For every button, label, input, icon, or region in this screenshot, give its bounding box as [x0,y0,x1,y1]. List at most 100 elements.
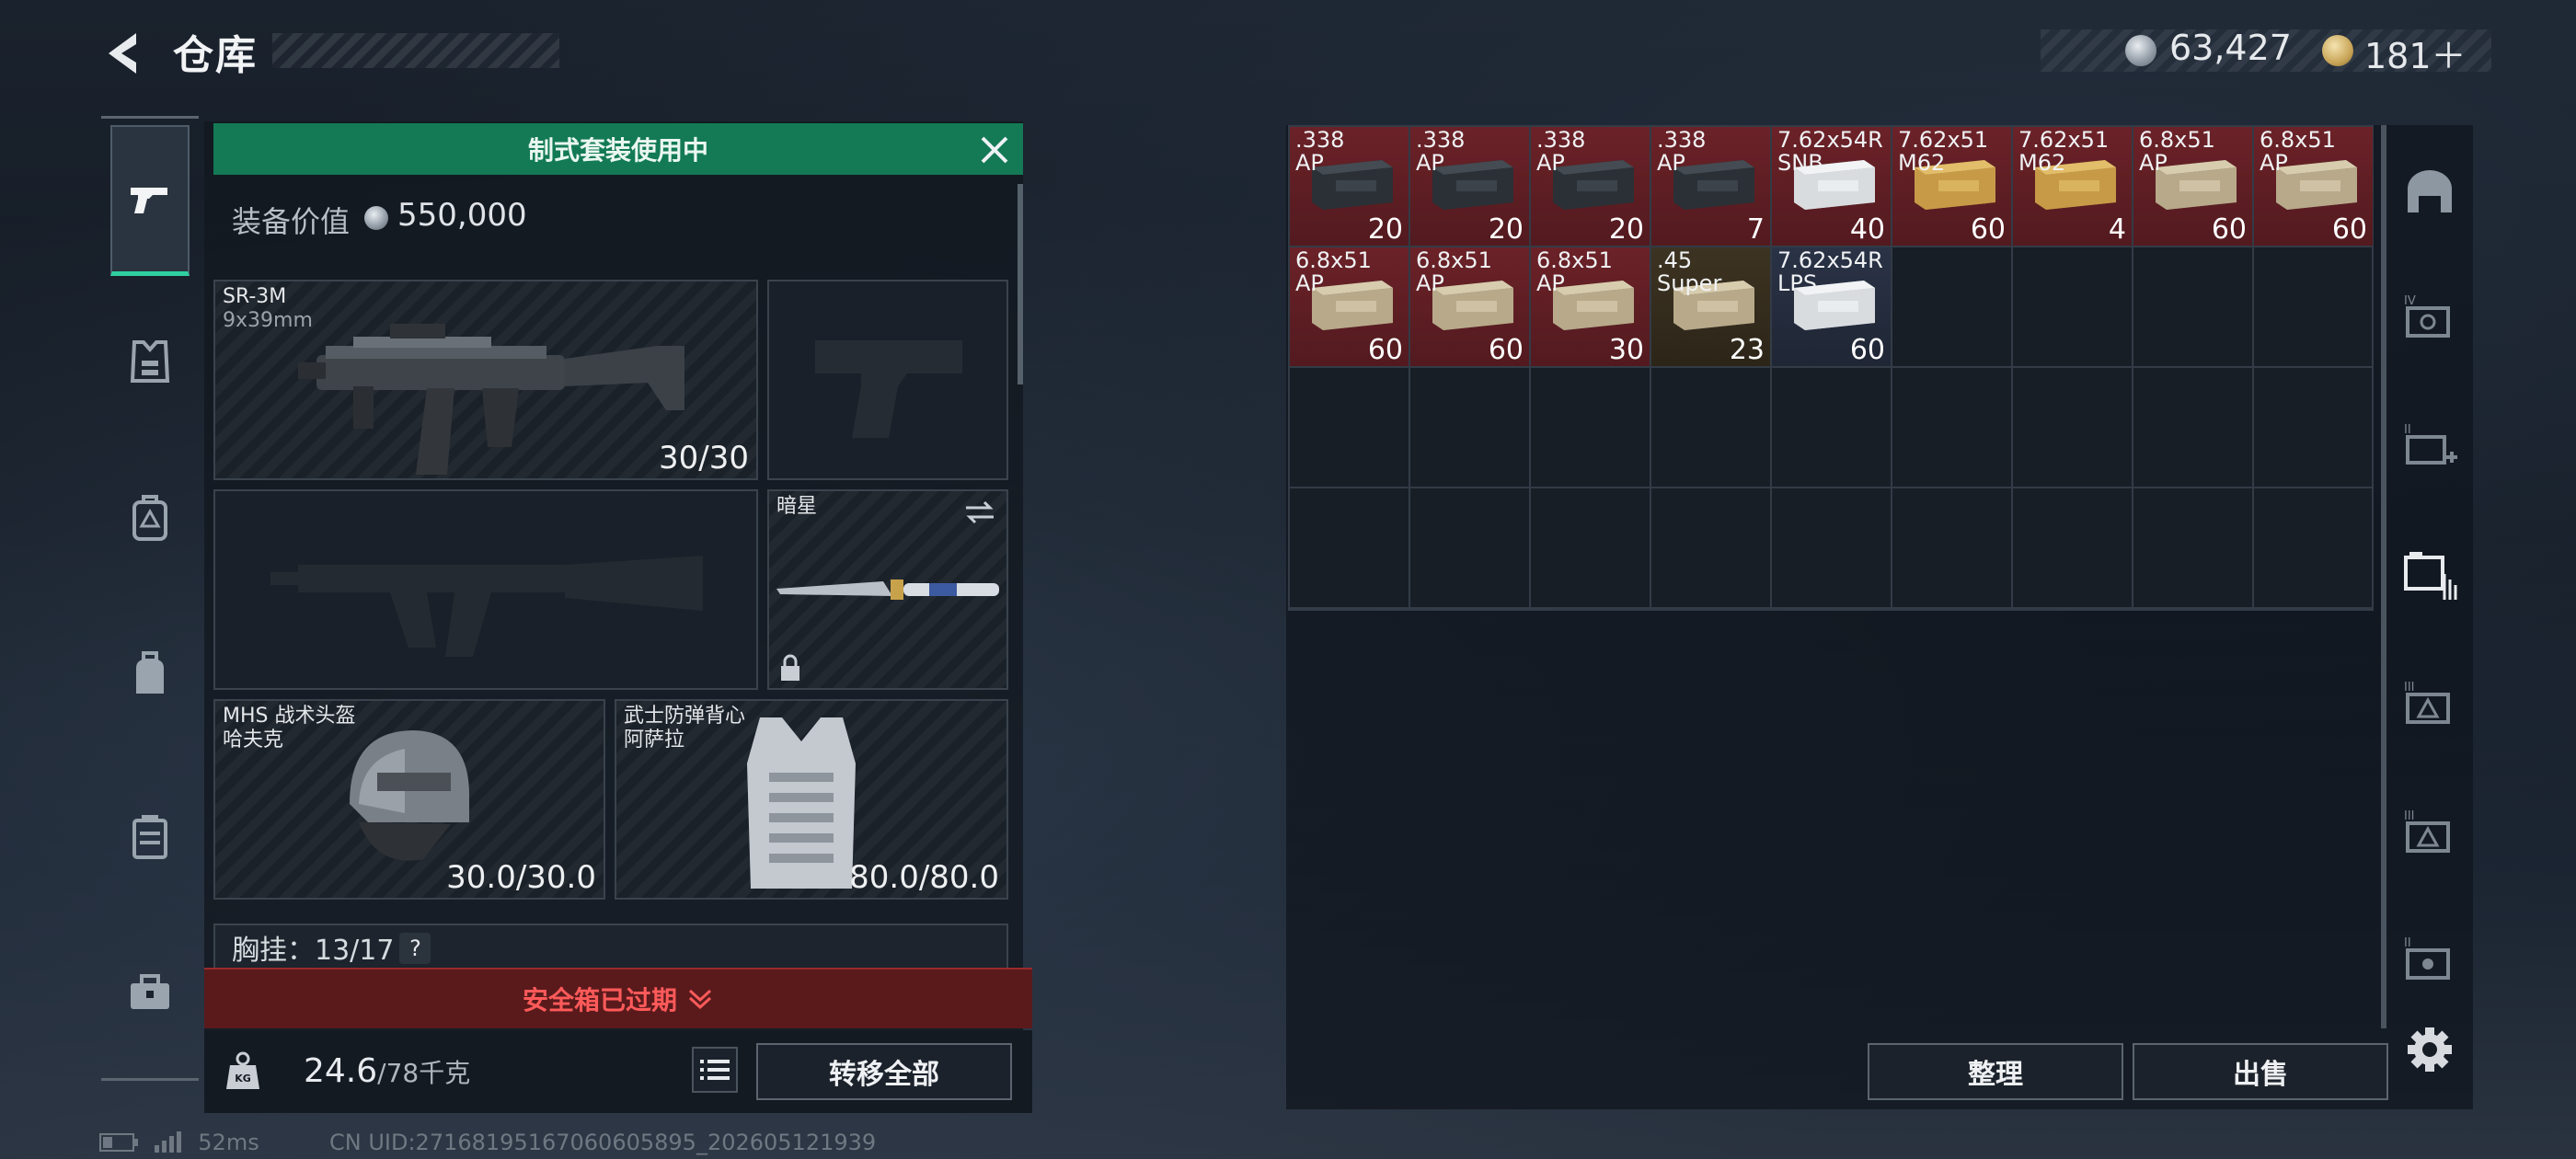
sidebar-item-container[interactable] [110,797,190,876]
svg-text:III: III [2404,681,2415,694]
stash-item[interactable]: .338 AP 20 [1531,127,1650,246]
primary-weapon-slot[interactable]: SR-3M 9x39mm 30/30 [213,280,758,480]
svg-text:II: II [2404,423,2411,437]
stash-item-quantity: 60 [1970,213,2006,246]
stash-tab-2[interactable]: II [2399,929,2460,990]
weight-icon: KG [226,1051,259,1089]
help-icon[interactable]: ? [399,933,431,964]
stash-item[interactable]: 6.8x51 AP 60 [2133,127,2252,246]
stash-item[interactable]: .338 AP 20 [1290,127,1409,246]
stash-item[interactable]: 7.62x54R LPS 60 [1772,247,1891,366]
page-title: 仓库 [173,32,258,79]
vest-slot[interactable]: 武士防弹背心 阿萨拉 80.0/80.0 [615,699,1008,900]
case-icon [132,815,167,859]
rifle-placeholder-icon [270,556,703,657]
helmet-image [350,730,469,861]
equipment-value-label: 装备价值 [232,204,351,239]
primary-weapon-ammo: 30/30 [659,440,749,476]
stash-item[interactable]: 6.8x51 AP 60 [2254,127,2373,246]
sidebar-item-weapons[interactable] [110,125,190,276]
stash-item-name: 7.62x51 M62 [1898,127,1989,176]
stash-item[interactable]: 6.8x51 AP 60 [1410,247,1529,366]
pistol-slot[interactable] [767,280,1008,480]
crate-add-icon: II [2404,423,2457,465]
safe-box-status: 安全箱已过期 [522,985,677,1016]
gear-icon [2408,1027,2452,1072]
stash-item-quantity: 4 [2108,213,2126,246]
knife-image [776,580,999,600]
swap-icon[interactable] [962,499,997,526]
list-view-button[interactable] [692,1047,738,1093]
stash-tab-3b[interactable]: III [2399,802,2460,863]
primary-weapon-caliber: 9x39mm [223,309,313,332]
stash-item-name: 7.62x54R SNB [1777,127,1883,176]
signal-icon [154,1131,181,1153]
stash-item-quantity: 7 [1746,213,1765,246]
sidebar-item-backpack-a[interactable] [110,478,190,557]
lock-icon [781,654,799,681]
stash-item[interactable]: .45 Super 23 [1651,247,1770,366]
stash-item-quantity: 60 [1488,334,1524,366]
gold-balance[interactable]: 181＋ [2364,28,2467,78]
crate-tier-4-icon: IV [2404,294,2450,338]
svg-text:IV: IV [2404,294,2416,308]
back-arrow-icon[interactable] [99,28,151,79]
user-uid: CN UID:27168195167060605895_202605121939 [329,1130,877,1155]
settings-button[interactable] [2399,1019,2460,1080]
helmet-name: MHS 战术头盔 [223,705,356,728]
sell-button[interactable]: 出售 [2133,1043,2388,1100]
network-status: 52ms [99,1130,259,1155]
stash-item[interactable]: 7.62x51 M62 4 [2013,127,2132,246]
stash-tab-add[interactable]: II [2399,416,2460,476]
transfer-all-button[interactable]: 转移全部 [756,1043,1012,1100]
stash-tab-home[interactable] [2399,162,2460,223]
stash-item-quantity: 20 [1367,213,1403,246]
list-icon [700,1060,730,1080]
stash-item-name: 7.62x51 M62 [2018,127,2110,176]
stash-item-quantity: 20 [1488,213,1524,246]
loadout-scrollbar[interactable] [1018,184,1023,384]
stash-item[interactable]: 6.8x51 AP 60 [1290,247,1409,366]
vest-name: 武士防弹背心 [624,705,746,728]
title-decoration [272,33,559,68]
sidebar-item-armor[interactable] [110,322,190,401]
svg-text:KG: KG [235,1073,251,1084]
pistol-placeholder-icon [815,340,962,438]
carry-weight-current: 24.6 [304,1052,378,1090]
silver-coin-icon [2125,35,2156,66]
stash-item-name: .338 AP [1536,127,1586,176]
stash-item[interactable]: .338 AP 20 [1410,127,1529,246]
stash-item[interactable]: 7.62x51 M62 60 [1892,127,2011,246]
svg-text:III: III [2404,809,2415,823]
chest-rig-count: 13/17 [315,935,395,967]
stash-item-name: .338 AP [1657,127,1707,176]
close-icon[interactable] [975,131,1014,169]
stash-tab-active[interactable] [2399,545,2460,605]
stash-tab-3a[interactable]: III [2399,673,2460,734]
safe-box-expired-banner[interactable]: 安全箱已过期 [204,968,1032,1028]
equipment-value: 550,000 [397,197,527,234]
secondary-weapon-slot[interactable] [213,489,758,690]
stash-item[interactable]: .338 AP 7 [1651,127,1770,246]
svg-text:II: II [2404,936,2411,950]
stash-tab-4[interactable]: IV [2399,287,2460,348]
sidebar-item-backpack-b[interactable] [110,635,190,714]
gold-coin-icon [2322,35,2353,66]
pistol-icon [131,187,167,213]
stash-item-quantity: 60 [2331,213,2367,246]
stash-scrollbar[interactable] [2381,125,2386,1028]
sort-button[interactable]: 整理 [1868,1043,2123,1100]
stash-item-name: .338 AP [1295,127,1345,176]
crate-tier-3-icon: III [2404,809,2450,853]
stash-item-name: .338 AP [1416,127,1466,176]
kit-in-use-banner: 制式套装使用中 [213,123,1023,175]
sidebar-item-toolbox[interactable] [110,953,190,1032]
stash-item[interactable]: 7.62x54R SNB 40 [1772,127,1891,246]
stash-item-quantity: 60 [1367,334,1403,366]
stash-item[interactable]: 6.8x51 AP 30 [1531,247,1650,366]
stash-item-name: 6.8x51 AP [1536,247,1613,296]
melee-name: 暗星 [776,495,818,518]
warehouse-icon [2408,170,2452,212]
helmet-slot[interactable]: MHS 战术头盔 哈夫克 30.0/30.0 [213,699,605,900]
melee-slot[interactable]: 暗星 [767,489,1008,690]
